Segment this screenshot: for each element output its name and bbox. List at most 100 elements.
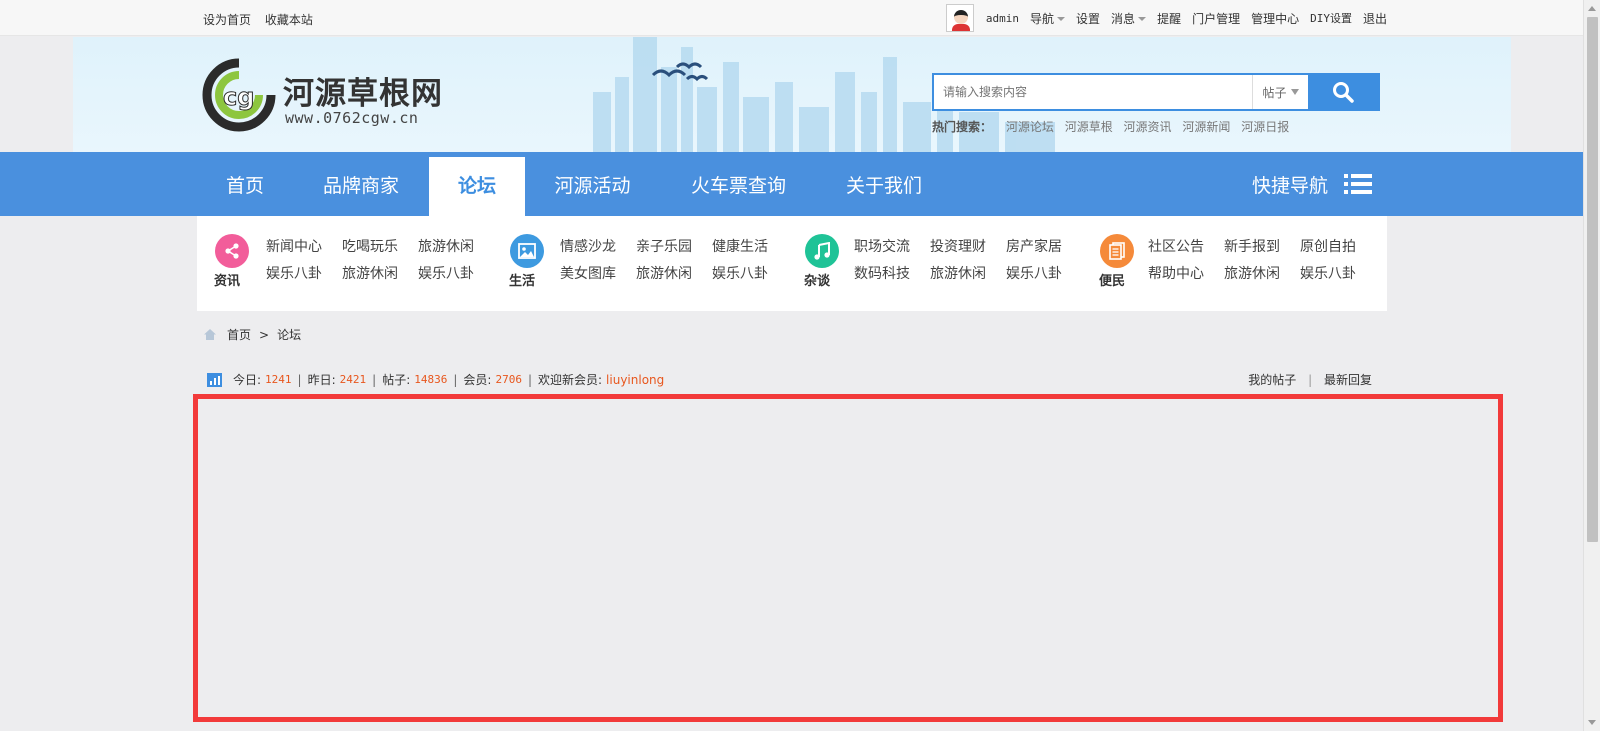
main-nav: 首页 品牌商家 论坛 河源活动 火车票查询 关于我们 快捷导航	[0, 152, 1583, 216]
category-link[interactable]: 房产家居	[1006, 236, 1062, 256]
category-chat: 杂谈 职场交流 投资理财 房产家居 数码科技 旅游休闲 娱乐八卦	[787, 216, 1082, 311]
messages-dropdown[interactable]: 消息	[1111, 10, 1147, 27]
category-link[interactable]: 原创自拍	[1300, 236, 1356, 256]
nav-item-events[interactable]: 河源活动	[540, 157, 645, 216]
home-icon[interactable]	[203, 328, 217, 341]
scroll-up-icon[interactable]	[1588, 6, 1596, 11]
search-box: 帖子	[932, 73, 1380, 111]
category-link[interactable]: 健康生活	[712, 236, 768, 256]
welcome-label: 欢迎新会员:	[538, 373, 603, 387]
search-button[interactable]	[1308, 75, 1378, 109]
site-logo[interactable]: cg 河源草根网 www.0762cgw.cn	[201, 57, 461, 135]
breadcrumb-home[interactable]: 首页	[227, 326, 251, 343]
nav-item-train-tickets[interactable]: 火车票查询	[681, 157, 796, 216]
category-link[interactable]: 娱乐八卦	[418, 263, 474, 283]
share-icon[interactable]	[215, 234, 249, 268]
hot-search: 热门搜索： 河源论坛 河源草根 河源资讯 河源新闻 河源日报	[932, 118, 1296, 135]
chevron-down-icon	[1057, 17, 1066, 21]
portal-admin-link[interactable]: 门户管理	[1192, 10, 1240, 27]
category-link[interactable]: 娱乐八卦	[266, 263, 322, 283]
hot-keyword[interactable]: 河源资讯	[1124, 120, 1172, 134]
nav-item-home[interactable]: 首页	[210, 157, 280, 216]
vertical-scrollbar[interactable]	[1583, 0, 1600, 731]
document-icon[interactable]	[1100, 234, 1134, 268]
settings-link[interactable]: 设置	[1076, 10, 1100, 27]
forum-content-area	[193, 394, 1503, 722]
messages-label: 消息	[1111, 11, 1136, 26]
hot-keyword[interactable]: 河源论坛	[1006, 120, 1054, 134]
category-link[interactable]: 社区公告	[1148, 236, 1204, 256]
nav-item-about[interactable]: 关于我们	[835, 157, 933, 216]
category-link[interactable]: 旅游休闲	[1224, 263, 1280, 283]
logo-text: 河源草根网	[283, 76, 443, 112]
reminders-link[interactable]: 提醒	[1157, 10, 1181, 27]
posts-count: 14836	[414, 373, 448, 386]
today-count: 1241	[265, 373, 292, 386]
nav-item-brands[interactable]: 品牌商家	[305, 157, 417, 216]
category-link[interactable]: 娱乐八卦	[1006, 263, 1062, 283]
nav-dropdown[interactable]: 导航	[1030, 10, 1066, 27]
hot-search-label: 热门搜索：	[932, 120, 993, 134]
search-input[interactable]	[934, 75, 1252, 109]
category-link[interactable]: 旅游休闲	[930, 263, 986, 283]
yesterday-count: 2421	[339, 373, 367, 386]
hot-keyword[interactable]: 河源新闻	[1182, 120, 1230, 134]
category-link[interactable]: 帮助中心	[1148, 263, 1204, 283]
admin-center-link[interactable]: 管理中心	[1251, 10, 1299, 27]
avatar[interactable]	[945, 4, 974, 32]
top-bar: 设为首页 收藏本站 admin 导航 设置 消息 提醒 门户管理 管理中心 DI…	[0, 0, 1583, 36]
music-icon[interactable]	[805, 234, 839, 268]
category-news: 资讯 新闻中心 吃喝玩乐 旅游休闲 娱乐八卦 旅游休闲 娱乐八卦	[197, 216, 492, 311]
logout-link[interactable]: 退出	[1363, 10, 1387, 27]
category-link[interactable]: 吃喝玩乐	[342, 236, 398, 256]
svg-text:cg: cg	[223, 83, 254, 111]
yesterday-label: 昨日:	[307, 373, 336, 387]
quick-nav-button[interactable]: 快捷导航	[1252, 152, 1373, 216]
category-panel: 资讯 新闻中心 吃喝玩乐 旅游休闲 娱乐八卦 旅游休闲 娱乐八卦 生活 情感沙龙…	[197, 216, 1387, 311]
bar-chart-icon	[207, 372, 222, 387]
category-name: 资讯	[214, 274, 241, 289]
nav-item-forum[interactable]: 论坛	[429, 157, 525, 216]
search-type-select[interactable]: 帖子	[1252, 75, 1308, 109]
hot-keyword[interactable]: 河源日报	[1241, 120, 1289, 134]
members-label: 会员:	[463, 373, 492, 387]
new-member-link[interactable]: liuyinlong	[606, 373, 664, 387]
latest-replies-link[interactable]: 最新回复	[1324, 373, 1372, 387]
category-link[interactable]: 情感沙龙	[560, 236, 616, 256]
logo-url: www.0762cgw.cn	[285, 109, 419, 127]
chevron-down-icon	[1290, 89, 1299, 95]
category-link[interactable]: 旅游休闲	[418, 236, 474, 256]
category-link[interactable]: 投资理财	[930, 236, 986, 256]
category-link[interactable]: 旅游休闲	[342, 263, 398, 283]
diy-settings-link[interactable]: DIY设置	[1310, 10, 1352, 26]
category-link[interactable]: 娱乐八卦	[1300, 263, 1356, 283]
site-header: cg 河源草根网 www.0762cgw.cn 帖子 热门搜索： 河源论坛 河源…	[73, 37, 1511, 152]
scrollbar-thumb[interactable]	[1587, 17, 1598, 542]
top-bar-left: 设为首页 收藏本站	[203, 11, 323, 28]
posts-label: 帖子:	[382, 373, 411, 387]
my-posts-link[interactable]: 我的帖子	[1248, 373, 1296, 387]
quick-nav-label: 快捷导航	[1252, 174, 1329, 197]
category-link[interactable]: 娱乐八卦	[712, 263, 768, 283]
category-name: 便民	[1099, 274, 1126, 289]
chevron-down-icon	[1138, 17, 1147, 21]
category-service: 便民 社区公告 新手报到 原创自拍 帮助中心 旅游休闲 娱乐八卦	[1082, 216, 1387, 311]
category-link[interactable]: 新闻中心	[266, 236, 322, 256]
category-link[interactable]: 亲子乐园	[636, 236, 692, 256]
username-link[interactable]: admin	[986, 12, 1019, 25]
category-link[interactable]: 职场交流	[854, 236, 910, 256]
set-home-link[interactable]: 设为首页	[203, 13, 251, 27]
category-life: 生活 情感沙龙 亲子乐园 健康生活 美女图库 旅游休闲 娱乐八卦	[492, 216, 787, 311]
category-link[interactable]: 旅游休闲	[636, 263, 692, 283]
scroll-down-icon[interactable]	[1588, 720, 1596, 725]
category-link[interactable]: 新手报到	[1224, 236, 1280, 256]
today-label: 今日:	[233, 373, 262, 387]
category-link[interactable]: 数码科技	[854, 263, 910, 283]
image-icon[interactable]	[510, 234, 544, 268]
members-count: 2706	[495, 373, 522, 386]
category-link[interactable]: 美女图库	[560, 263, 616, 283]
bookmark-link[interactable]: 收藏本站	[265, 13, 313, 27]
list-icon	[1344, 174, 1373, 194]
logo-mark-icon: cg	[202, 58, 276, 132]
hot-keyword[interactable]: 河源草根	[1065, 120, 1113, 134]
